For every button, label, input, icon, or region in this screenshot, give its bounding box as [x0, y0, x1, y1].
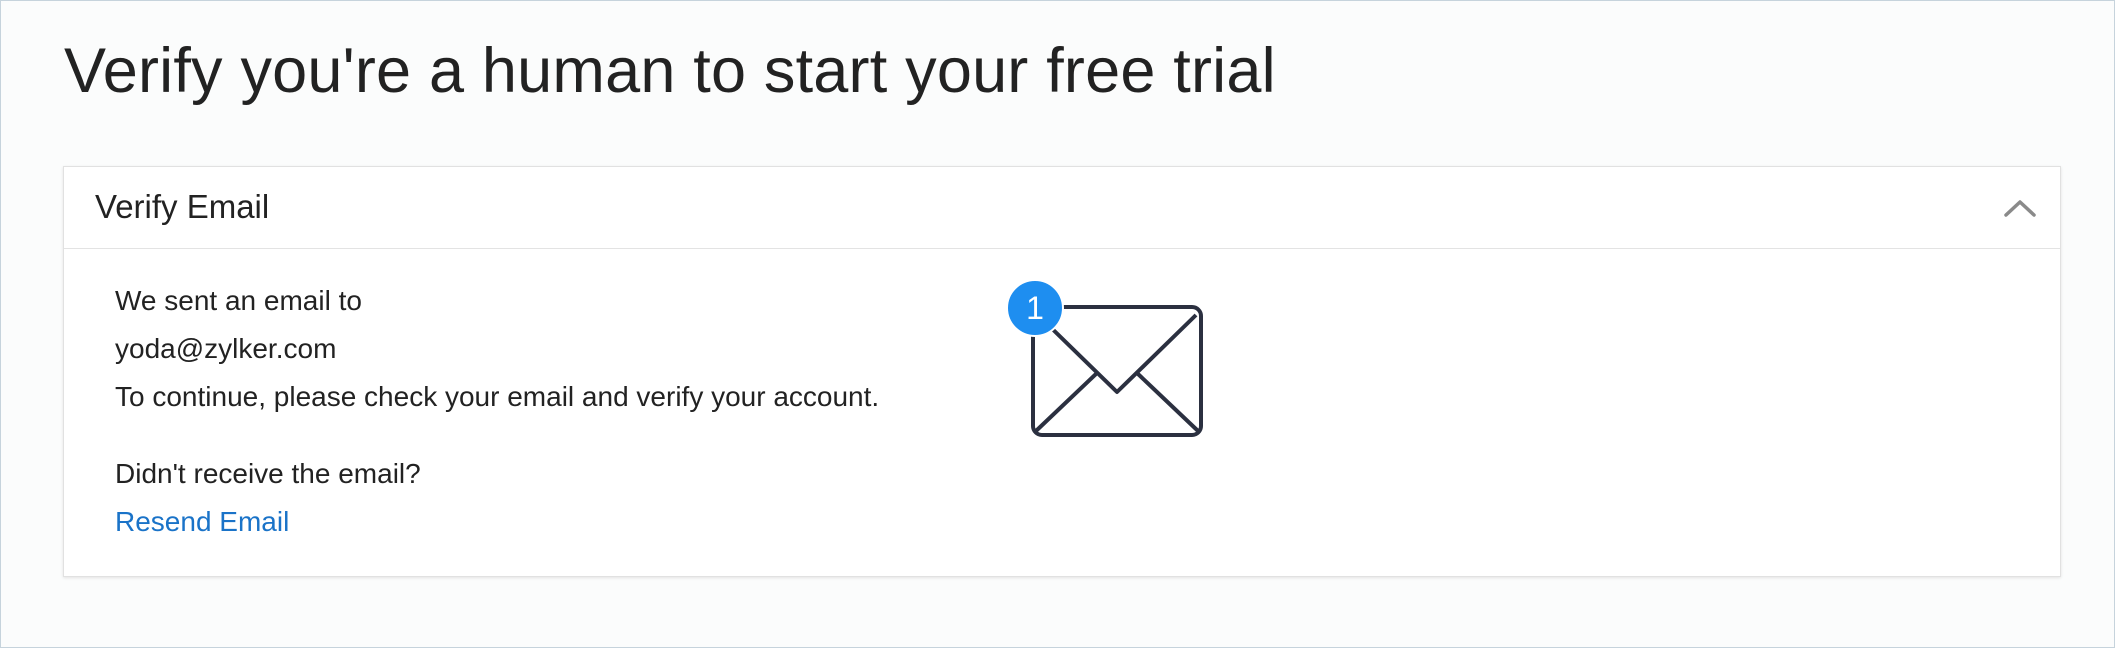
panel-title: Verify Email — [95, 188, 270, 225]
page-title: Verify you're a human to start your free… — [64, 36, 1276, 106]
chevron-up-icon[interactable] — [1998, 189, 2042, 229]
sent-email-text: We sent an email to — [115, 285, 362, 316]
resend-email-link[interactable]: Resend Email — [115, 504, 289, 540]
notification-badge: 1 — [1006, 279, 1064, 337]
recipient-email: yoda@zylker.com — [115, 333, 337, 364]
verify-email-panel: Verify Email We sent an email to yoda@zy… — [63, 166, 2061, 577]
panel-header[interactable]: Verify Email — [64, 167, 2060, 249]
panel-body: We sent an email to yoda@zylker.com To c… — [64, 249, 2060, 576]
page-frame: Verify you're a human to start your free… — [0, 0, 2115, 648]
not-received-question: Didn't receive the email? — [115, 458, 421, 489]
verify-instructions: To continue, please check your email and… — [115, 381, 880, 412]
